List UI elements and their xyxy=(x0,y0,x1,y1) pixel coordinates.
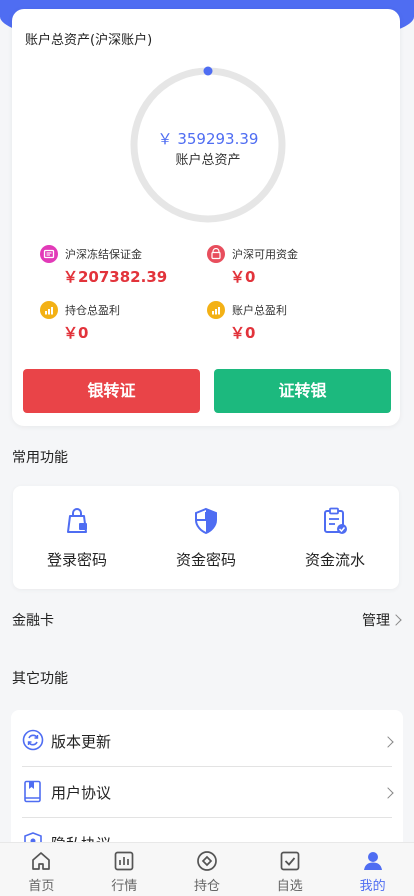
stat-account-profit: 账户总盈利 ￥0 xyxy=(207,300,367,343)
total-asset-label: 账户总资产 xyxy=(175,153,241,168)
stat-label: 沪深冻结保证金 xyxy=(65,248,142,261)
stat-position-profit: 持仓总盈利 ￥0 xyxy=(40,300,200,343)
stat-available-funds: 沪深可用资金 ￥0 xyxy=(207,244,367,287)
bag-lock-icon xyxy=(67,508,87,533)
profit-chart-icon xyxy=(207,301,225,319)
tab-label: 行情 xyxy=(111,879,138,894)
securities-to-bank-button[interactable]: 证转银 xyxy=(214,369,391,413)
chevron-right-icon xyxy=(382,736,394,748)
common-functions-title: 常用功能 xyxy=(12,450,68,466)
func-label: 资金密码 xyxy=(175,551,236,569)
wallet-icon xyxy=(207,245,225,263)
diamond-icon xyxy=(197,851,217,871)
bottom-tab-bar: 首页 行情 持仓 自选 我的 xyxy=(0,842,414,896)
other-functions-title: 其它功能 xyxy=(12,671,68,687)
stat-value: ￥207382.39 xyxy=(63,268,168,286)
asset-card: 账户总资产(沪深账户) ￥ 359293.39 账户总资产 沪深冻结保证金 ￥2… xyxy=(12,9,400,426)
asset-ring: ￥ 359293.39 账户总资产 xyxy=(128,65,288,225)
chart-icon xyxy=(114,851,134,871)
bank-card-title: 金融卡 xyxy=(12,613,54,629)
stat-label: 持仓总盈利 xyxy=(65,304,120,317)
stat-value: ￥0 xyxy=(230,268,256,286)
login-password-item[interactable]: 登录密码 xyxy=(13,486,141,589)
tab-home[interactable]: 首页 xyxy=(0,843,83,896)
checkbox-icon xyxy=(280,851,300,871)
tab-label: 自选 xyxy=(276,879,303,894)
list-item-version-update[interactable]: 版本更新 xyxy=(22,716,394,767)
tab-label: 持仓 xyxy=(193,879,220,894)
shield-icon xyxy=(195,507,217,535)
stat-value: ￥0 xyxy=(63,324,89,342)
chevron-right-icon xyxy=(382,787,394,799)
profit-chart-icon xyxy=(40,301,58,319)
user-icon xyxy=(363,852,382,870)
tab-watchlist[interactable]: 自选 xyxy=(248,843,331,896)
tab-positions[interactable]: 持仓 xyxy=(166,843,249,896)
stat-label: 账户总盈利 xyxy=(232,304,287,317)
func-label: 登录密码 xyxy=(46,551,107,569)
ring-indicator-dot xyxy=(203,66,213,76)
fund-flow-item[interactable]: 资金流水 xyxy=(271,486,399,589)
func-label: 资金流水 xyxy=(304,551,365,569)
chevron-right-icon xyxy=(390,614,402,626)
bookmark-doc-icon xyxy=(24,780,41,803)
asset-title: 账户总资产(沪深账户) xyxy=(25,33,153,48)
tab-label: 首页 xyxy=(28,879,55,894)
bank-to-securities-button[interactable]: 银转证 xyxy=(23,369,200,413)
home-icon xyxy=(32,852,51,870)
list-item-label: 用户协议 xyxy=(51,784,112,802)
list-item-user-agreement[interactable]: 用户协议 xyxy=(22,767,394,818)
other-functions-card: 版本更新 用户协议 隐私协议 xyxy=(11,710,403,850)
total-asset-amount: ￥ 359293.39 xyxy=(157,130,259,148)
fund-password-item[interactable]: 资金密码 xyxy=(142,486,270,589)
common-functions-card: 登录密码 资金密码 资金流水 xyxy=(13,486,399,589)
stat-value: ￥0 xyxy=(230,324,256,342)
tab-label: 我的 xyxy=(359,879,386,894)
stat-frozen-deposit: 沪深冻结保证金 ￥207382.39 xyxy=(40,244,200,287)
list-item-label: 版本更新 xyxy=(51,733,112,751)
deposit-icon xyxy=(40,245,58,263)
tab-market[interactable]: 行情 xyxy=(83,843,166,896)
stat-label: 沪深可用资金 xyxy=(232,248,298,261)
tab-mine[interactable]: 我的 xyxy=(331,843,414,896)
clipboard-check-icon xyxy=(324,507,347,534)
bank-card-row[interactable]: 金融卡 管理 xyxy=(0,606,414,634)
refresh-icon xyxy=(22,729,44,751)
bank-manage-link[interactable]: 管理 xyxy=(362,610,390,630)
